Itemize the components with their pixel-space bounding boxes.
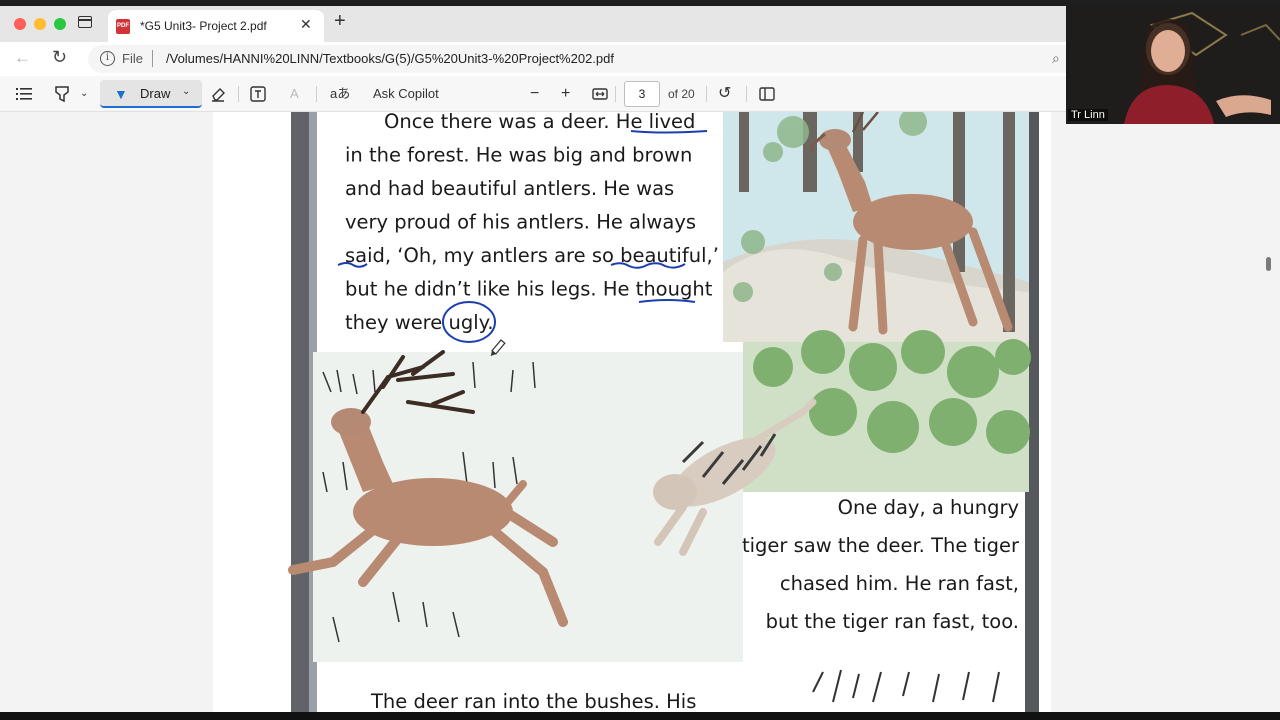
para2-line: but the tiger ran fast, too. <box>766 610 1019 633</box>
pdf-page: Once there was a deer. He lived in the fo… <box>213 112 1051 712</box>
highlighter-icon[interactable] <box>54 85 70 103</box>
eraser-icon[interactable] <box>210 86 226 102</box>
maximize-window-button[interactable] <box>54 18 66 30</box>
tab-pdf[interactable]: PDF *G5 Unit3- Project 2.pdf ✕ <box>108 10 324 42</box>
draw-pen-icon: ▼ <box>114 86 128 102</box>
read-aloud-button[interactable]: aあ <box>330 82 350 106</box>
para2-line: One day, a hungry <box>838 496 1019 519</box>
address-url[interactable]: /Volumes/HANNI%20LINN/Textbooks/G(5)/G5%… <box>166 51 614 66</box>
zoom-out-button[interactable]: − <box>530 82 539 106</box>
page-illustration: Once there was a deer. He lived in the fo… <box>288 112 1039 712</box>
address-divider <box>152 50 153 67</box>
draw-chevron-icon[interactable]: ⌄ <box>182 86 190 97</box>
tab-title: *G5 Unit3- Project 2.pdf <box>140 19 267 33</box>
page-number-input[interactable]: 3 <box>624 81 660 107</box>
para1-line: but he didn’t like his legs. He thought <box>345 278 713 301</box>
toolbar-divider <box>316 86 317 102</box>
toolbar-divider <box>746 86 747 102</box>
highlight-chevron-icon[interactable]: ⌄ <box>80 82 88 106</box>
back-arrow-icon[interactable]: ← <box>14 48 31 68</box>
ask-copilot-button[interactable]: Ask Copilot <box>373 82 439 106</box>
tab-actions-icon[interactable] <box>78 16 92 28</box>
app-window: PDF *G5 Unit3- Project 2.pdf ✕ + ← ↻ i F… <box>0 0 1280 720</box>
contents-list-icon[interactable] <box>16 87 32 101</box>
text-box-icon[interactable] <box>250 86 266 102</box>
zoom-search-icon[interactable]: ⌕ <box>1052 50 1060 67</box>
address-scheme: File <box>122 51 143 66</box>
tree-trunk <box>739 112 749 192</box>
address-bar[interactable]: i File /Volumes/HANNI%20LINN/Textbooks/G… <box>88 45 1078 73</box>
vertical-scrollbar[interactable] <box>1266 257 1271 271</box>
participant-name: Tr Linn <box>1068 109 1108 121</box>
reload-icon[interactable]: ↻ <box>52 47 67 68</box>
minimize-window-button[interactable] <box>34 18 46 30</box>
para1-line: in the forest. He was big and brown <box>345 144 692 167</box>
para2-line: tiger saw the deer. The tiger <box>742 534 1020 557</box>
para2-line: chased him. He ran fast, <box>780 572 1019 595</box>
draw-label: Draw <box>140 86 171 101</box>
para1-line: and had beautiful antlers. He was <box>345 177 674 200</box>
webcam-video: Tr Linn <box>1066 5 1280 124</box>
new-tab-icon[interactable]: + <box>334 10 346 33</box>
fit-page-icon[interactable] <box>592 88 608 100</box>
toolbar-divider <box>706 86 707 102</box>
para1-line: very proud of his antlers. He always <box>345 211 696 234</box>
document-viewport[interactable]: Once there was a deer. He lived in the fo… <box>0 112 1280 712</box>
underline-thought <box>638 299 696 303</box>
toolbar-divider <box>615 86 616 102</box>
para1-line: Once there was a deer. He lived <box>384 112 695 133</box>
page-total: of 20 <box>668 87 695 101</box>
para1-line: said, ‘Oh, my antlers are so beautiful,’ <box>345 244 719 267</box>
tab-close-icon[interactable]: ✕ <box>300 16 312 33</box>
page-view-icon[interactable] <box>759 87 775 101</box>
pdf-file-icon: PDF <box>116 19 130 34</box>
info-icon[interactable]: i <box>100 51 115 66</box>
draw-button[interactable]: ▼ Draw ⌄ <box>100 80 202 108</box>
bottom-strip <box>0 712 1280 720</box>
text-format-icon[interactable]: A <box>290 82 299 106</box>
webcam-image <box>1066 5 1280 124</box>
story-paragraph-2: One day, a hungry tiger saw the deer. The… <box>742 496 1020 633</box>
toolbar-divider <box>238 86 239 102</box>
story-paragraph-3-partial: The deer ran into the bushes. His <box>370 690 696 712</box>
rotate-icon[interactable]: ↺ <box>718 82 731 106</box>
para1-line: they were ugly. <box>345 311 494 334</box>
zoom-in-button[interactable]: + <box>561 82 570 106</box>
close-window-button[interactable] <box>14 18 26 30</box>
